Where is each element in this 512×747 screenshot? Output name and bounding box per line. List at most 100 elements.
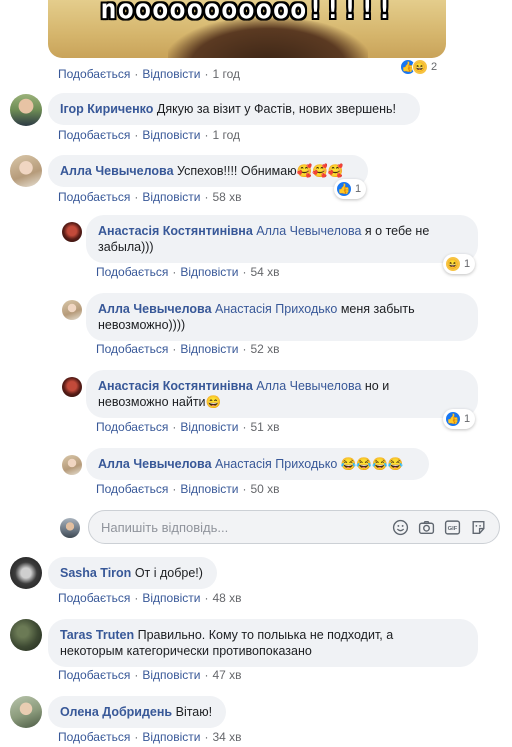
like-reaction-icon: 👍 [336,181,352,197]
timestamp: 1 год [212,128,240,142]
reply-link[interactable]: Відповісти [180,342,238,356]
comment-author[interactable]: Ігор Кириченко [60,102,153,116]
avatar[interactable] [10,696,42,728]
like-link[interactable]: Подобається [58,67,130,81]
like-link[interactable]: Подобається [58,190,130,204]
avatar[interactable] [10,155,42,187]
comment-actions: Подобається · Відповісти · 51 хв [96,420,280,434]
comment-bubble: Олена Добридень Вітаю! [48,696,226,728]
timestamp: 47 хв [212,668,242,682]
reaction-summary[interactable]: 👍 1 [443,409,476,429]
comment-text-continued: невозможно)))) [98,318,186,332]
timestamp: 58 хв [212,190,242,204]
timestamp: 52 хв [250,342,280,356]
comment-author[interactable]: Алла Чевычелова [98,302,212,316]
avatar[interactable] [62,300,82,320]
timestamp: 48 хв [212,591,242,605]
comment-actions: Подобається · Відповісти · 54 хв [96,265,280,279]
sticker-icon[interactable] [470,519,487,536]
comment-text: я о тебе не [364,224,430,238]
camera-icon[interactable] [418,519,435,536]
comment-text: Успехов!!!! Обнимаю🥰🥰🥰 [177,164,344,178]
like-link[interactable]: Подобається [96,420,168,434]
comment-text: 😂😂😂😂 [340,457,404,471]
comment-text: Вітаю! [175,705,213,719]
avatar[interactable] [10,557,42,589]
comment-author[interactable]: Алла Чевычелова [98,457,212,471]
reply-bubble: Анастасія Костянтинівна Алла Чевычелова … [86,370,478,418]
avatar[interactable] [62,222,82,242]
comment-bubble: Ігор Кириченко Дякую за візит у Фастів, … [48,93,420,125]
reply-link[interactable]: Відповісти [142,128,200,142]
emoji-icon[interactable] [392,519,409,536]
svg-text:GIF: GIF [448,526,458,532]
haha-reaction-icon: 😆 [445,256,461,272]
reply-link[interactable]: Відповісти [180,482,238,496]
comment-text: меня забыть [340,302,415,316]
comment-media-image[interactable]: nooooooooooo!!!!! [48,0,446,58]
comment-actions: Подобається · Відповісти · 52 хв [96,342,280,356]
reply-link[interactable]: Відповісти [180,265,238,279]
haha-reaction-icon: 😆 [412,59,428,75]
comment-text: Правильно. Кому то полыька не подходит, … [137,628,394,642]
like-link[interactable]: Подобається [58,668,130,682]
like-link[interactable]: Подобається [58,591,130,605]
reply-link[interactable]: Відповісти [142,668,200,682]
gif-icon[interactable]: GIF [444,519,461,536]
mention-link[interactable]: Алла Чевычелова [256,224,361,238]
like-link[interactable]: Подобається [58,730,130,744]
avatar[interactable] [10,619,42,651]
timestamp: 50 хв [250,482,280,496]
mention-link[interactable]: Анастасія Приходько [215,457,337,471]
comment-actions: Подобається · Відповісти · 47 хв [58,668,242,682]
comment-author[interactable]: Олена Добридень [60,705,172,719]
avatar[interactable] [10,94,42,126]
like-link[interactable]: Подобається [58,128,130,142]
comment-author[interactable]: Анастасія Костянтинівна [98,224,253,238]
comment-text: но и [364,379,390,393]
timestamp: 51 хв [250,420,280,434]
like-link[interactable]: Подобається [96,342,168,356]
reply-link[interactable]: Відповісти [180,420,238,434]
timestamp: 34 хв [212,730,242,744]
reply-link[interactable]: Відповісти [142,67,200,81]
timestamp: 1 год [212,67,240,81]
reaction-summary[interactable]: 😆 1 [443,254,476,274]
reply-bubble: Алла Чевычелова Анастасія Приходько меня… [86,293,478,341]
comment-text-continued: невозможно найти😄 [98,395,222,409]
comment-actions: Подобається · Відповісти · 48 хв [58,591,242,605]
like-link[interactable]: Подобається [96,265,168,279]
current-user-avatar [60,518,80,538]
like-link[interactable]: Подобається [96,482,168,496]
comment-author[interactable]: Taras Truten [60,628,134,642]
comment-text: Дякую за візит у Фастів, нових звершень! [156,102,397,116]
comment-bubble: Алла Чевычелова Успехов!!!! Обнимаю🥰🥰🥰 [48,155,368,187]
comment-author[interactable]: Sasha Tiron [60,566,131,580]
like-reaction-icon: 👍 [445,411,461,427]
comment-author[interactable]: Анастасія Костянтинівна [98,379,253,393]
comment-text-continued: забыла))) [98,240,154,254]
comment-bubble: Sasha Tiron От і добре!) [48,557,217,589]
reaction-summary[interactable]: 👍 1 [334,179,367,199]
reply-input[interactable]: Напишіть відповідь... [101,520,228,535]
avatar[interactable] [62,377,82,397]
mention-link[interactable]: Анастасія Приходько [215,302,337,316]
reply-link[interactable]: Відповісти [142,730,200,744]
reply-bubble: Анастасія Костянтинівна Алла Чевычелова … [86,215,478,263]
comment-author[interactable]: Алла Чевычелова [60,164,174,178]
comment-actions: Подобається · Відповісти · 1 год [58,67,240,81]
comment-actions: Подобається · Відповісти · 58 хв [58,190,242,204]
reply-link[interactable]: Відповісти [142,190,200,204]
comment-text: От і добре!) [134,566,203,580]
media-caption: nooooooooooo!!!!! [100,0,394,25]
comment-text-continued: некоторым категорически противопоказано [60,644,312,658]
reply-composer[interactable]: Напишіть відповідь... GIF [88,510,500,544]
mention-link[interactable]: Алла Чевычелова [256,379,361,393]
reply-bubble: Алла Чевычелова Анастасія Приходько 😂😂😂😂 [86,448,429,480]
comment-actions: Подобається · Відповісти · 1 год [58,128,240,142]
avatar[interactable] [62,455,82,475]
timestamp: 54 хв [250,265,280,279]
comment-actions: Подобається · Відповісти · 34 хв [58,730,242,744]
reaction-summary[interactable]: 👍 😆 2 [398,57,442,77]
reply-link[interactable]: Відповісти [142,591,200,605]
